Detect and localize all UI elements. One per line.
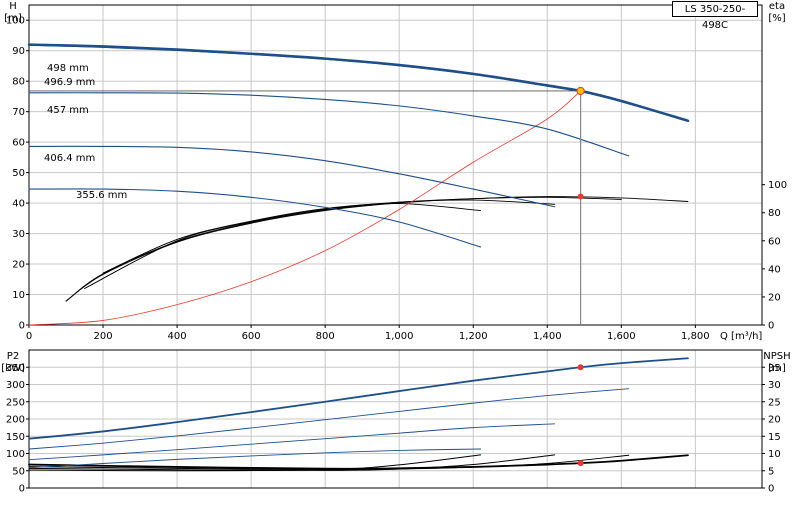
top-right-tick-label-1: 20: [768, 292, 781, 303]
bottom-left-tick-label-2: 100: [6, 449, 25, 460]
bottom-right-axis-unit: [m]: [768, 363, 786, 374]
bottom-right-tick-label-1: 5: [768, 466, 774, 477]
op-head-marker: [576, 86, 585, 96]
bottom-left-tick-label-5: 250: [6, 397, 25, 408]
head-curve-label-3: 406.4 mm: [44, 153, 95, 164]
bottom-right-tick-label-0: 0: [768, 484, 774, 495]
bottom-right-tick-label-4: 20: [768, 415, 781, 426]
x-tick-label-2: 400: [168, 331, 187, 342]
x-tick-label-0: 0: [26, 331, 32, 342]
top-right-tick-label-4: 80: [768, 208, 781, 219]
top-right-tick-label-3: 60: [768, 236, 781, 247]
top-plot-frame: [28, 4, 763, 326]
op-npsh-marker: [577, 460, 584, 467]
bottom-left-tick-label-4: 200: [6, 415, 25, 426]
top-left-tick-label-8: 80: [12, 77, 25, 88]
head-curve-0: [27, 43, 690, 123]
top-left-tick-label-2: 20: [12, 260, 25, 271]
bottom-left-axis-unit: [kW]: [1, 363, 25, 374]
bottom-left-tick-label-6: 300: [6, 380, 25, 391]
top-right-tick-label-0: 0: [768, 321, 774, 332]
top-right-axis-title: eta: [769, 1, 785, 12]
bottom-right-tick-label-6: 30: [768, 380, 781, 391]
bottom-left-axis-title: P2: [7, 351, 19, 362]
top-left-tick-label-1: 10: [12, 290, 25, 301]
head-curve-label-0: 498 mm: [47, 63, 89, 74]
top-right-axis-unit: [%]: [768, 13, 785, 24]
top-left-tick-label-0: 0: [19, 321, 25, 332]
eta-curve-1: [65, 196, 622, 302]
top-left-tick-label-4: 40: [12, 199, 25, 210]
x-tick-label-6: 1,200: [459, 331, 488, 342]
power-curve-0: [28, 357, 689, 440]
bottom-left-tick-label-1: 50: [12, 466, 25, 477]
head-curve-label-2: 457 mm: [47, 105, 89, 116]
x-tick-label-8: 1,600: [607, 331, 636, 342]
head-curve-1: [28, 44, 582, 93]
top-left-axis-unit: [m]: [4, 13, 22, 24]
top-left-axis-title: H: [9, 1, 17, 12]
pump-model-label: LS 350-250-498C: [672, 1, 758, 31]
x-tick-label-9: 1,800: [681, 331, 710, 342]
x-tick-label-1: 200: [93, 331, 112, 342]
eta-curve-2: [84, 199, 556, 289]
op-eta-marker: [577, 193, 584, 200]
top-left-tick-label-7: 70: [12, 107, 25, 118]
x-tick-label-5: 1,000: [385, 331, 414, 342]
top-left-tick-label-3: 30: [12, 229, 25, 240]
system-curve: [28, 90, 581, 326]
bottom-left-tick-label-0: 0: [19, 484, 25, 495]
x-tick-label-3: 600: [242, 331, 261, 342]
top-left-tick-label-5: 50: [12, 168, 25, 179]
bottom-right-tick-label-3: 15: [768, 432, 781, 443]
head-curve-label-4: 355.6 mm: [76, 190, 127, 201]
top-right-tick-label-5: 100: [768, 180, 787, 191]
head-curve-label-1: 496.9 mm: [44, 77, 95, 88]
x-tick-label-4: 800: [316, 331, 335, 342]
op-power-marker: [577, 364, 584, 371]
bottom-right-tick-label-5: 25: [768, 397, 781, 408]
top-left-tick-label-6: 60: [12, 138, 25, 149]
chart-svg: 0102030405060708090100020406080100H[m]et…: [1, 1, 790, 495]
x-tick-label-7: 1,400: [533, 331, 562, 342]
bottom-right-axis-title: NPSH: [763, 351, 790, 362]
top-left-tick-label-9: 90: [12, 46, 25, 57]
top-right-tick-label-2: 40: [768, 264, 781, 275]
bottom-right-tick-label-2: 10: [768, 449, 781, 460]
bottom-left-tick-label-3: 150: [6, 432, 25, 443]
x-axis-title: Q [m³/h]: [720, 331, 762, 342]
pump-curve-chart: 0 10 20 30 40 50 60 70 80 90 100 0 20 40 60 80 100 H [m] et…: [0, 0, 800, 520]
